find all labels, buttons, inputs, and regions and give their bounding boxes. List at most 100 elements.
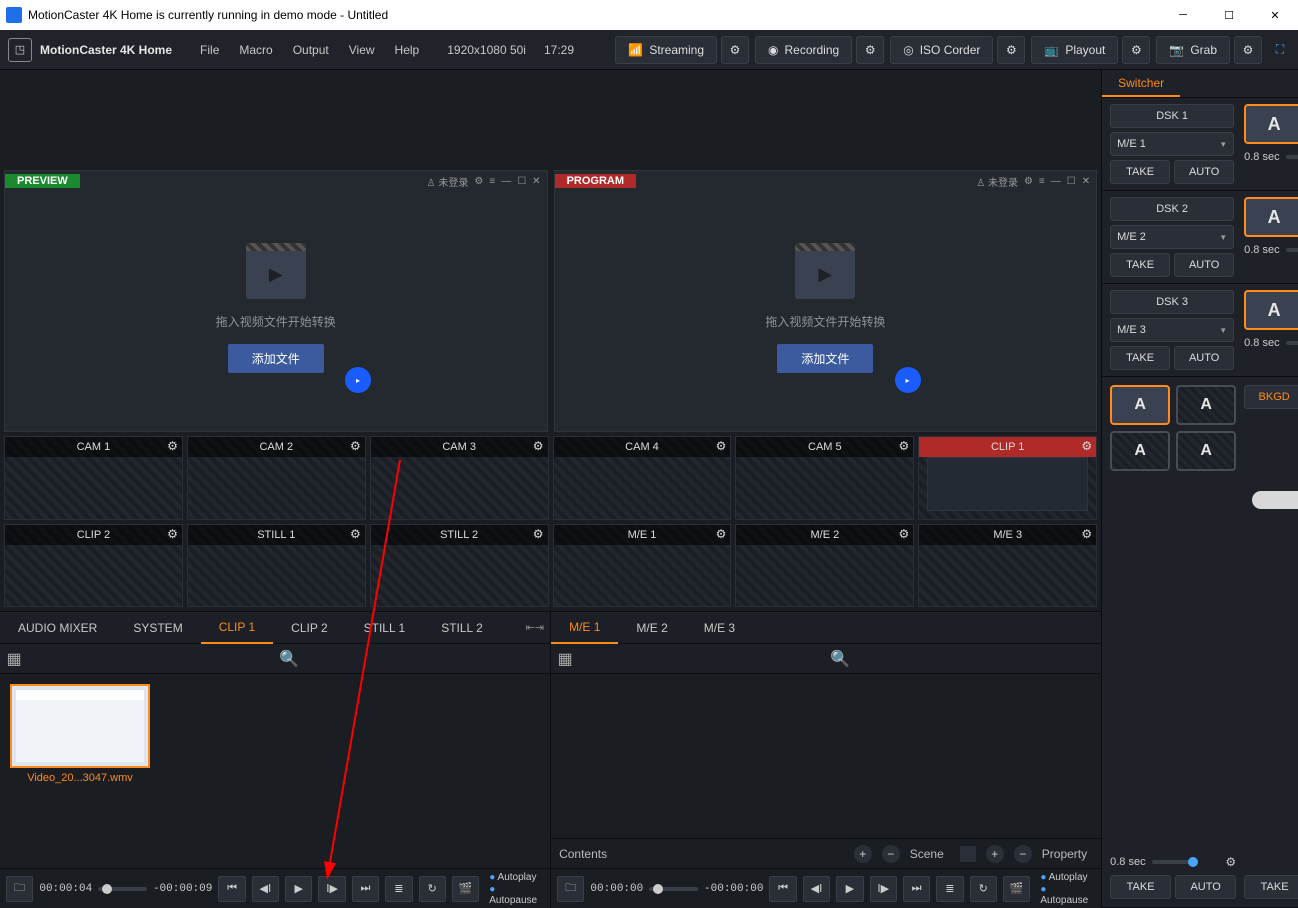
take-button[interactable]: TAKE [1110,253,1170,277]
streaming-button[interactable]: 📶Streaming [615,36,717,64]
switcher-tab[interactable]: Switcher [1102,70,1180,97]
source-cam-3[interactable]: CAM 3⚙ [370,436,549,520]
menu-icon[interactable]: ≡ [1039,176,1045,187]
add-scene-icon[interactable]: + [986,845,1004,863]
skip-end-icon[interactable]: ⏭ [352,876,379,902]
settings-icon[interactable]: ⚙ [474,176,483,187]
minimize-button[interactable]: ─ [1160,0,1206,30]
minimize-icon[interactable]: — [1051,176,1061,187]
me-select[interactable]: M/E 3 [1110,318,1234,342]
tab-clip-1[interactable]: CLIP 1 [201,612,273,644]
menu-output[interactable]: Output [283,43,339,57]
dsk-title[interactable]: DSK 1 [1110,104,1234,128]
preview-pane[interactable]: PREVIEW ♙ 未登录 ⚙ ≡ — ☐ ✕ 拖入视频文件开始转换 添加文件 … [4,170,548,432]
duration-slider[interactable] [1286,248,1298,252]
source-m-e-3[interactable]: M/E 3⚙ [918,524,1097,608]
progress-slider[interactable] [649,887,698,891]
take-button[interactable]: TAKE [1110,875,1171,899]
remove-scene-icon[interactable]: − [1014,845,1032,863]
add-content-icon[interactable]: + [854,845,872,863]
skip-start-icon[interactable]: ⏮ [218,876,245,902]
step-back-icon[interactable]: ◀Ⅰ [803,876,830,902]
gear-icon[interactable]: ⚙ [1081,527,1092,541]
recording-button[interactable]: ◉Recording [755,36,852,64]
grid-view-icon[interactable]: ▦ [0,649,28,669]
menu-view[interactable]: View [339,43,385,57]
streaming-settings-icon[interactable]: ⚙ [721,36,749,64]
source-cam-5[interactable]: CAM 5⚙ [735,436,914,520]
gear-icon[interactable]: ⚙ [1225,855,1236,869]
dsk-title[interactable]: DSK 3 [1110,290,1234,314]
a-box[interactable]: A [1176,385,1236,425]
grab-settings-icon[interactable]: ⚙ [1234,36,1262,64]
duration-slider[interactable] [1286,155,1298,159]
menu-help[interactable]: Help [385,43,430,57]
gear-icon[interactable]: ⚙ [716,527,727,541]
expand-icon[interactable]: ⛶ [1268,38,1292,62]
gear-icon[interactable]: ⚙ [167,439,178,453]
autoplay-toggle[interactable]: Autoplay [489,872,544,883]
autopause-toggle[interactable]: Autopause [1040,884,1095,906]
tab-m-e-3[interactable]: M/E 3 [686,612,753,644]
gear-icon[interactable]: ⚙ [350,439,361,453]
loop-icon[interactable]: ↻ [419,876,446,902]
copy-icon[interactable] [960,846,976,862]
gear-icon[interactable]: ⚙ [716,439,727,453]
close-button[interactable]: ✕ [1252,0,1298,30]
play-icon[interactable]: ▶ [836,876,863,902]
search-icon[interactable]: 🔍 [830,649,850,669]
progress-slider[interactable] [98,887,147,891]
auto-button[interactable]: AUTO [1175,875,1236,899]
clapper-icon[interactable]: 🎬 [452,876,479,902]
step-fwd-icon[interactable]: Ⅰ▶ [870,876,897,902]
a-box[interactable]: A [1110,431,1170,471]
close-icon[interactable]: ✕ [1082,176,1090,187]
gear-icon[interactable]: ⚙ [533,439,544,453]
maximize-icon[interactable]: ☐ [1067,176,1076,187]
gear-icon[interactable]: ⚙ [1081,439,1092,453]
search-icon[interactable]: 🔍 [279,649,299,669]
source-cam-2[interactable]: CAM 2⚙ [187,436,366,520]
source-cam-1[interactable]: CAM 1⚙ [4,436,183,520]
duration-slider[interactable] [1152,860,1198,864]
play-icon[interactable]: ▶ [285,876,312,902]
autopause-toggle[interactable]: Autopause [489,884,544,906]
tab-still-1[interactable]: STILL 1 [346,612,424,644]
a-box[interactable]: A [1244,197,1298,237]
menu-icon[interactable]: ≡ [489,176,495,187]
take-button[interactable]: TAKE [1244,875,1298,899]
source-still-2[interactable]: STILL 2⚙ [370,524,549,608]
close-icon[interactable]: ✕ [532,176,540,187]
menu-file[interactable]: File [190,43,229,57]
grid-view-icon[interactable]: ▦ [551,649,579,669]
tab-m-e-1[interactable]: M/E 1 [551,612,618,644]
a-box[interactable]: A [1244,290,1298,330]
auto-button[interactable]: AUTO [1174,346,1234,370]
maximize-button[interactable]: ☐ [1206,0,1252,30]
tab-clip-2[interactable]: CLIP 2 [273,612,345,644]
take-button[interactable]: TAKE [1110,160,1170,184]
dsk-title[interactable]: DSK 2 [1110,197,1234,221]
tab-m-e-2[interactable]: M/E 2 [618,612,685,644]
add-file-button[interactable]: 添加文件 [777,344,873,373]
bkgd-button[interactable]: BKGD [1244,385,1298,409]
autoplay-toggle[interactable]: Autoplay [1040,872,1095,883]
loop-icon[interactable]: ↻ [970,876,997,902]
remove-content-icon[interactable]: − [882,845,900,863]
tab-scroll-icon[interactable]: ⇤⇥ [520,621,550,634]
skip-end-icon[interactable]: ⏭ [903,876,930,902]
skip-start-icon[interactable]: ⏮ [769,876,796,902]
iso-button[interactable]: ◎ISO Corder [890,36,993,64]
source-still-1[interactable]: STILL 1⚙ [187,524,366,608]
recording-settings-icon[interactable]: ⚙ [856,36,884,64]
folder-icon[interactable]: 🗀 [557,876,584,902]
auto-button[interactable]: AUTO [1174,253,1234,277]
add-file-button[interactable]: 添加文件 [228,344,324,373]
source-m-e-2[interactable]: M/E 2⚙ [735,524,914,608]
t-bar[interactable] [1244,415,1298,515]
source-clip-1[interactable]: CLIP 1⚙ [918,436,1097,520]
minimize-icon[interactable]: — [501,176,511,187]
playout-button[interactable]: 📺Playout [1031,36,1118,64]
folder-icon[interactable]: 🗀 [6,876,33,902]
maximize-icon[interactable]: ☐ [517,176,526,187]
